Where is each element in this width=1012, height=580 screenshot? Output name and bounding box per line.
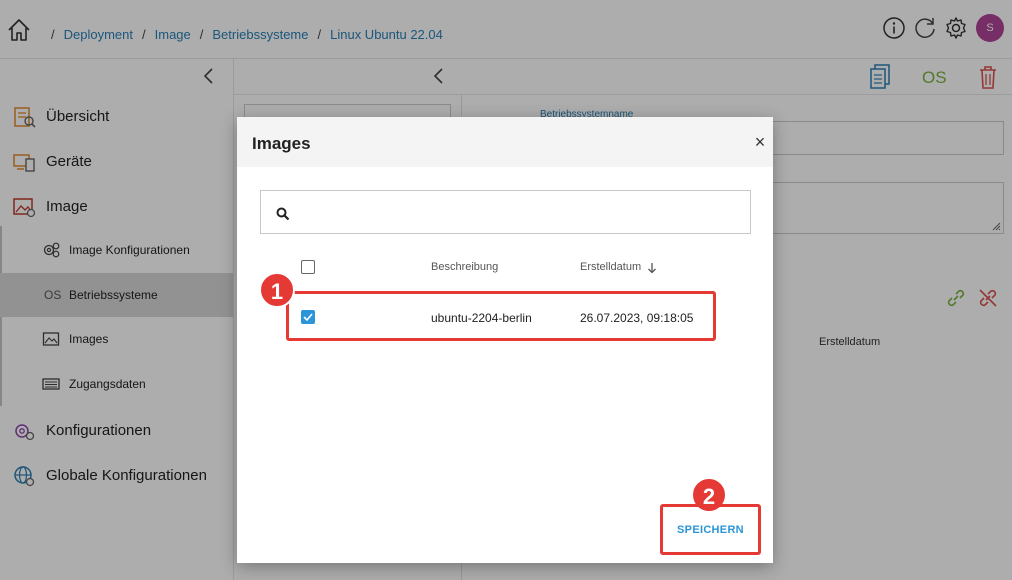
- row-checkbox[interactable]: [301, 310, 315, 324]
- images-dialog: Images × Beschreibung Erstelldatum ubunt…: [237, 117, 773, 563]
- table-row-date[interactable]: 26.07.2023, 09:18:05: [580, 311, 693, 325]
- search-box[interactable]: [260, 190, 751, 234]
- step-badge-1: 1: [259, 272, 295, 308]
- dialog-header: Images ×: [237, 117, 773, 167]
- check-icon: [303, 313, 313, 322]
- search-input[interactable]: [301, 199, 741, 227]
- column-header-erstelldatum[interactable]: Erstelldatum: [580, 261, 641, 273]
- column-header-beschreibung[interactable]: Beschreibung: [431, 261, 498, 273]
- save-button[interactable]: SPEICHERN: [667, 511, 754, 548]
- dialog-title: Images: [252, 134, 311, 153]
- close-icon[interactable]: ×: [751, 133, 769, 151]
- select-all-checkbox[interactable]: [301, 260, 315, 274]
- search-icon: [276, 207, 290, 221]
- table-row-description[interactable]: ubuntu-2204-berlin: [431, 311, 532, 325]
- sort-arrow-down-icon[interactable]: [647, 262, 657, 274]
